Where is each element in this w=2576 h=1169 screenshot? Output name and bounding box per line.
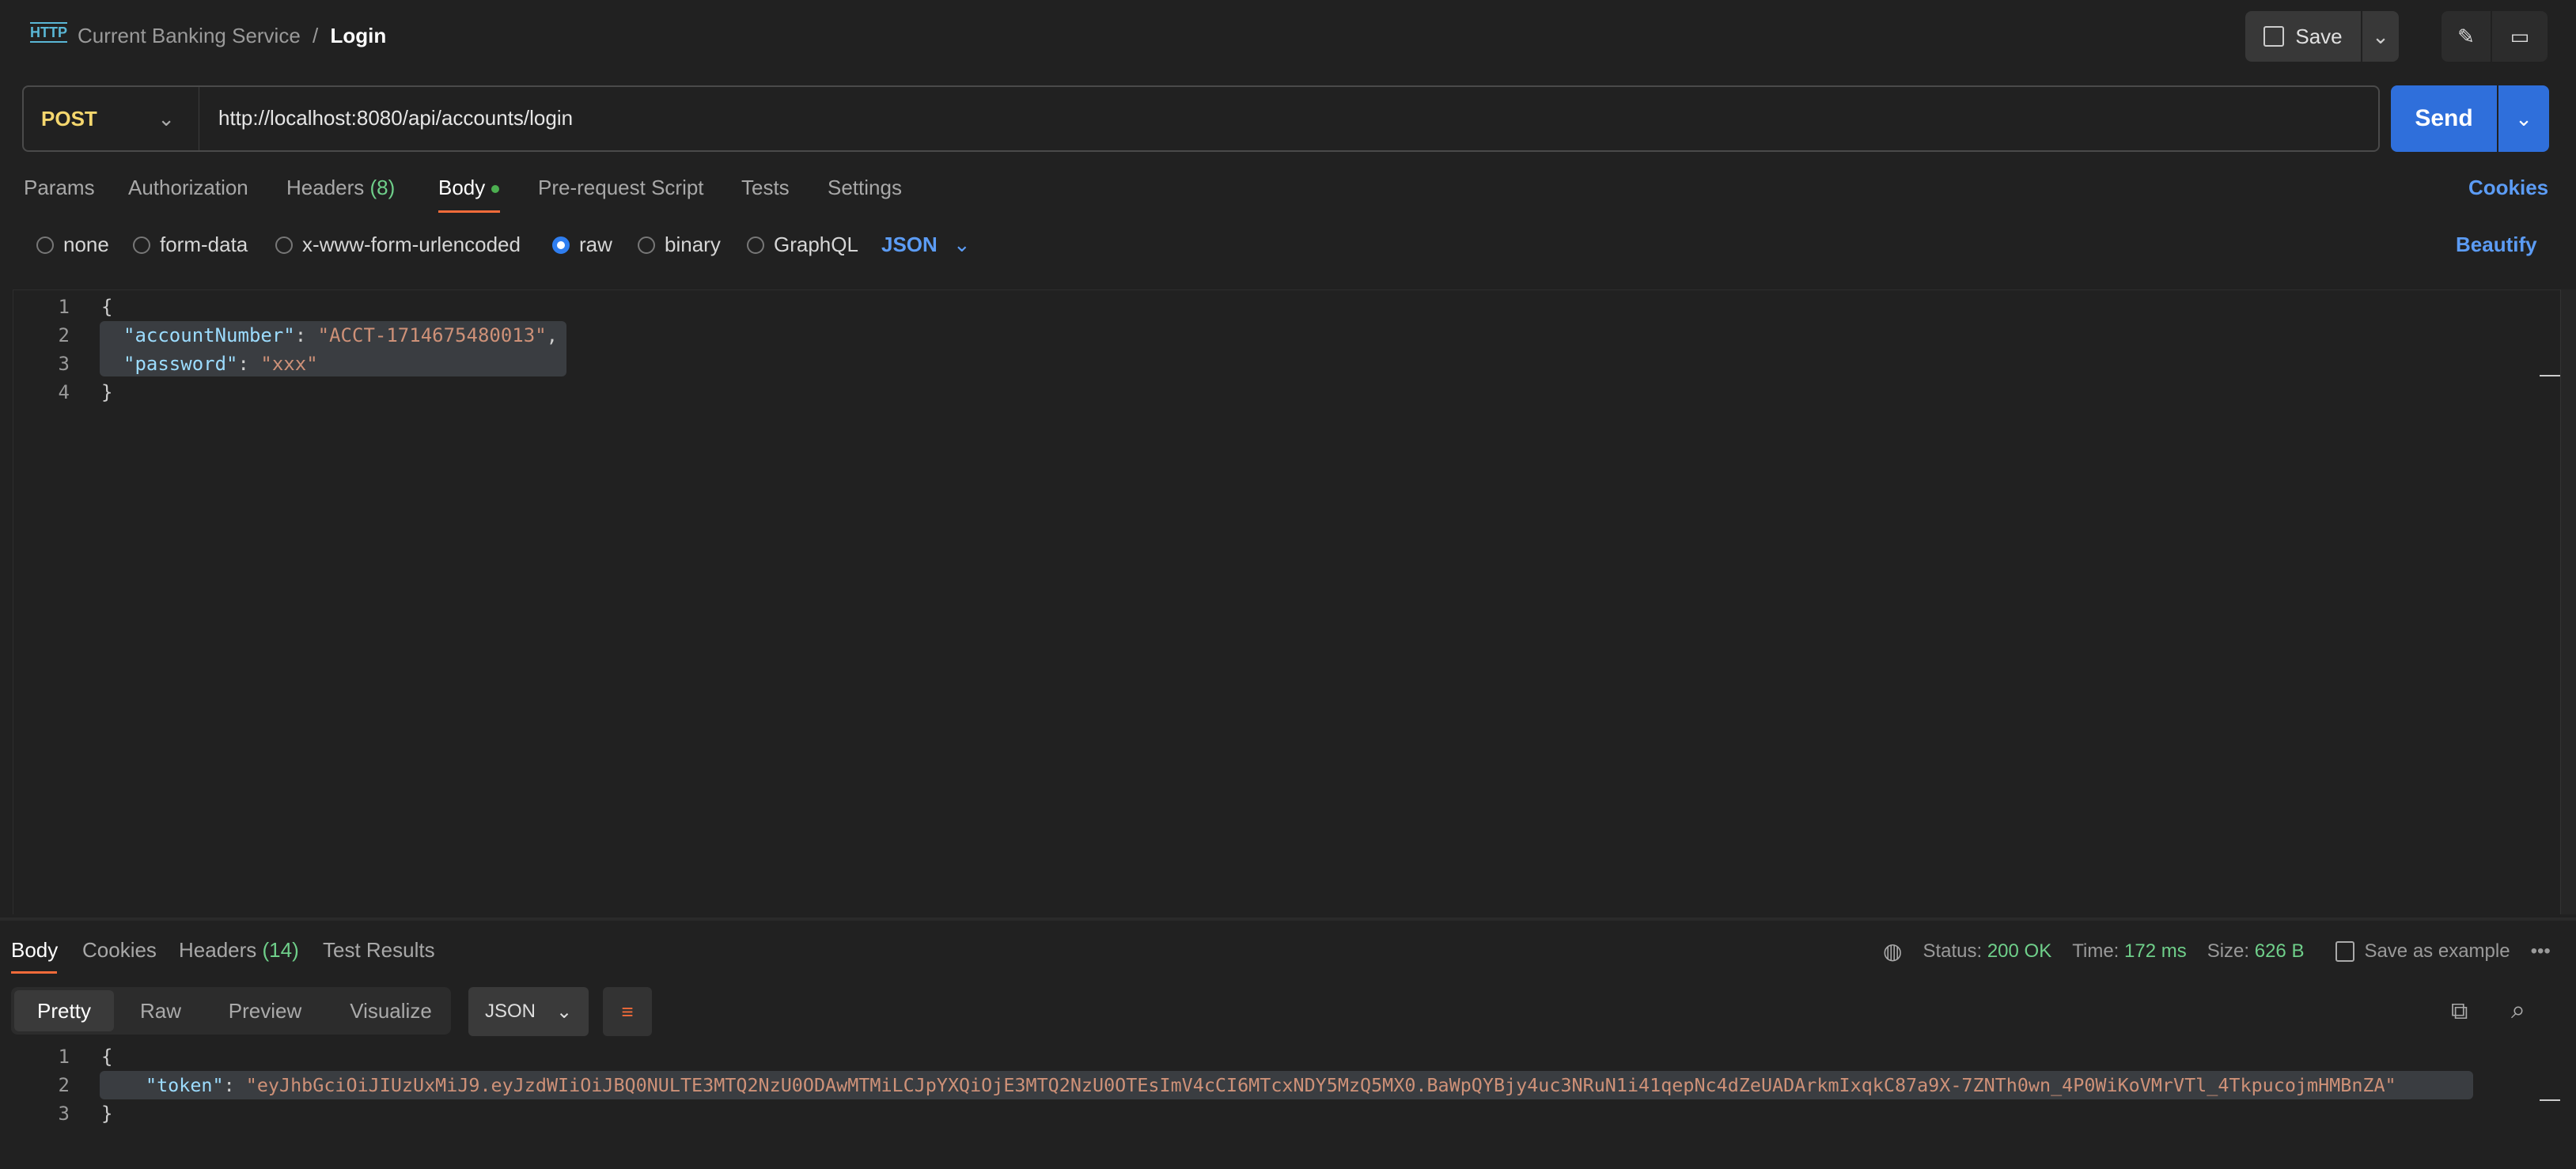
http-icon: HTTP (30, 22, 67, 43)
breadcrumb-separator: / (313, 24, 319, 47)
radio-selected-icon (552, 236, 570, 254)
tab-authorization[interactable]: Authorization (128, 176, 248, 200)
pane-divider[interactable] (0, 917, 2576, 921)
code-line: { (101, 1046, 113, 1068)
response-tab-cookies[interactable]: Cookies (82, 938, 157, 963)
active-tab-indicator (438, 210, 500, 213)
search-icon[interactable]: ⌕ (2511, 995, 2525, 1025)
send-button[interactable]: Send (2391, 85, 2497, 152)
body-type-binary[interactable]: binary (638, 233, 721, 257)
chevron-down-icon: ⌄ (2515, 106, 2532, 131)
wrap-lines-button[interactable]: ≡ (603, 987, 652, 1036)
response-tab-test-results[interactable]: Test Results (323, 938, 435, 963)
view-visualize[interactable]: Visualize (335, 990, 446, 1031)
view-pretty[interactable]: Pretty (14, 990, 114, 1031)
breadcrumb: Current Banking Service / Login (78, 24, 386, 48)
save-as-example-button[interactable]: Save as example (2335, 940, 2510, 963)
body-type-none[interactable]: none (36, 233, 109, 257)
request-title[interactable]: Login (331, 24, 387, 47)
cookies-link[interactable]: Cookies (2468, 176, 2548, 200)
body-type-graphql[interactable]: GraphQL (747, 233, 858, 257)
scroll-marker (2540, 1099, 2560, 1101)
send-options-button[interactable]: ⌄ (2498, 85, 2549, 152)
body-type-form-data[interactable]: form-data (133, 233, 248, 257)
tab-pre-request-script[interactable]: Pre-request Script (538, 176, 704, 200)
radio-icon (133, 236, 150, 254)
code-line: } (101, 381, 113, 403)
request-body-editor[interactable] (13, 289, 2565, 914)
tab-body[interactable]: Body (438, 176, 499, 200)
response-format-select[interactable]: JSON ⌄ (468, 987, 589, 1036)
editor-scrollbar[interactable] (2560, 289, 2576, 914)
more-options-icon[interactable]: ••• (2531, 940, 2551, 963)
tab-params[interactable]: Params (24, 176, 95, 200)
radio-icon (36, 236, 54, 254)
body-type-urlencoded[interactable]: x-www-form-urlencoded (275, 233, 521, 257)
scroll-marker (2540, 375, 2560, 376)
code-line: "password": "xxx" (123, 353, 318, 375)
active-tab-indicator (11, 971, 57, 974)
url-input[interactable]: http://localhost:8080/api/accounts/login (218, 106, 573, 131)
modified-dot-icon (491, 185, 499, 194)
body-type-raw[interactable]: raw (552, 233, 612, 257)
chevron-down-icon: ⌄ (157, 106, 175, 131)
code-line: "accountNumber": "ACCT-1714675480013", (123, 324, 559, 346)
view-preview[interactable]: Preview (214, 990, 316, 1031)
beautify-button[interactable]: Beautify (2456, 233, 2537, 257)
edit-button[interactable]: ✎ (2442, 11, 2491, 62)
comment-icon: ▭ (2510, 24, 2530, 48)
chevron-down-icon: ⌄ (953, 233, 971, 256)
comments-button[interactable]: ▭ (2492, 11, 2548, 62)
tab-headers[interactable]: Headers (8) (286, 176, 395, 200)
radio-icon (747, 236, 764, 254)
pencil-icon: ✎ (2457, 24, 2475, 48)
code-line: { (101, 296, 113, 318)
save-icon (2263, 26, 2285, 47)
save-options-button[interactable]: ⌄ (2362, 11, 2399, 62)
response-tab-body[interactable]: Body (11, 938, 58, 963)
radio-icon (638, 236, 655, 254)
tab-tests[interactable]: Tests (741, 176, 790, 200)
response-meta: ◍ Status: 200 OK Time: 172 ms Size: 626 … (1883, 938, 2551, 964)
save-icon (2335, 940, 2355, 962)
method-select[interactable]: POST ⌄ (24, 87, 199, 150)
tab-settings[interactable]: Settings (828, 176, 902, 200)
code-line: } (101, 1103, 113, 1125)
chevron-down-icon: ⌄ (555, 1001, 573, 1023)
save-button[interactable]: Save (2245, 11, 2361, 62)
wrap-icon: ≡ (621, 999, 634, 1023)
radio-icon (275, 236, 293, 254)
globe-icon[interactable]: ◍ (1883, 938, 1902, 964)
raw-format-select[interactable]: JSON ⌄ (881, 233, 971, 257)
copy-icon[interactable]: ⧉ (2451, 998, 2468, 1025)
status-code: 200 OK (1987, 940, 2052, 962)
code-line: "token": "eyJhbGciOiJIUzUxMiJ9.eyJzdWIiO… (146, 1074, 2396, 1096)
breadcrumb-collection[interactable]: Current Banking Service (78, 24, 301, 47)
view-raw[interactable]: Raw (119, 990, 203, 1031)
response-tab-headers[interactable]: Headers (14) (179, 938, 299, 963)
chevron-down-icon: ⌄ (2372, 24, 2389, 48)
